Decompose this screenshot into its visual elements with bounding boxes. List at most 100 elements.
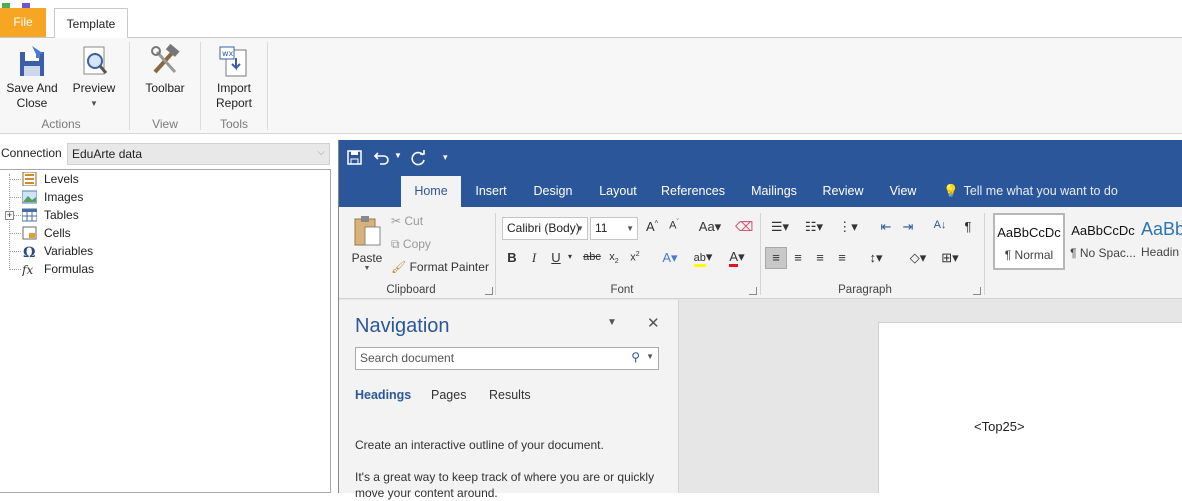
shrink-font-button[interactable]: Aˇ (665, 219, 683, 232)
tell-me-box[interactable]: 💡 Tell me what you want to do (943, 176, 1123, 207)
lightbulb-icon: 💡 (943, 184, 959, 198)
text-effects-button[interactable]: A▾ (657, 250, 683, 266)
connection-value: EduArte data (72, 147, 143, 161)
word-tab-references[interactable]: References (661, 176, 725, 207)
group-label-actions: Actions (41, 117, 81, 131)
tree-item-label: Variables (44, 244, 94, 258)
tell-me-text: Tell me what you want to do (963, 184, 1118, 198)
style-no-spacing[interactable]: AaBbCcDc ¶ No Spac... (1067, 213, 1139, 270)
tree-dot (9, 269, 21, 270)
clear-formatting-icon[interactable]: ⌫ (735, 219, 753, 235)
tab-file[interactable]: File (0, 8, 46, 37)
group-label-font: Font (610, 284, 634, 296)
numbering-button[interactable]: ☷▾ (801, 219, 827, 235)
connection-select[interactable]: EduArte data ⌵ (67, 143, 330, 165)
preview-dropdown-icon[interactable]: ▼ (68, 96, 120, 111)
style-name: Headin (1141, 245, 1180, 259)
paste-dropdown-icon[interactable]: ▼ (349, 265, 385, 272)
grow-font-button[interactable]: A^ (643, 219, 661, 234)
format-painter-button[interactable]: 🖌 Format Painter (391, 260, 489, 274)
group-separator (495, 213, 496, 295)
bullets-button[interactable]: ☰▾ (767, 219, 793, 235)
word-tab-layout[interactable]: Layout (595, 176, 641, 207)
tree-connector-line (9, 174, 10, 270)
shading-button[interactable]: ◇▾ (905, 250, 931, 266)
line-spacing-button[interactable]: ↕▾ (863, 250, 889, 266)
preview-icon (83, 46, 108, 75)
save-close-label-2: Close (16, 96, 48, 110)
app-tab-bar (0, 8, 1182, 38)
style-normal[interactable]: AaBbCcDc ¶ Normal (993, 213, 1065, 270)
save-icon[interactable] (347, 150, 363, 166)
copy-icon: ⧉ (391, 237, 403, 251)
dialog-launcher-icon[interactable] (749, 287, 757, 295)
bold-button[interactable]: B (503, 250, 521, 265)
toolbar-button[interactable]: Toolbar (140, 44, 190, 96)
strikethrough-button[interactable]: abc (581, 251, 603, 263)
search-document-input[interactable]: Search document ⚲ ▼ (355, 347, 659, 370)
font-name-select[interactable]: Calibri (Body) ▼ (502, 217, 588, 240)
subscript-button[interactable]: x2 (605, 251, 623, 265)
sort-icon[interactable]: A↓ (931, 219, 949, 231)
superscript-button[interactable]: x2 (626, 251, 644, 264)
change-case-button[interactable]: Aa▾ (695, 219, 725, 235)
customize-qat-icon[interactable]: ▾ (443, 152, 448, 163)
tools-icon (151, 44, 180, 74)
word-tab-view[interactable]: View (887, 176, 919, 207)
tree-dot (9, 251, 21, 252)
nav-tab-pages[interactable]: Pages (431, 388, 466, 402)
dialog-launcher-icon[interactable] (973, 287, 981, 295)
nav-help-text: Create an interactive outline of your do… (355, 438, 604, 452)
word-tab-design[interactable]: Design (529, 176, 577, 207)
clipboard-icon (354, 216, 381, 246)
save-and-close-button[interactable]: Save And Close (4, 44, 60, 111)
copy-button[interactable]: ⧉ Copy (391, 237, 431, 252)
tree-item-label: Formulas (44, 262, 95, 276)
search-placeholder: Search document (360, 351, 455, 365)
word-tab-insert[interactable]: Insert (469, 176, 513, 207)
increase-indent-icon[interactable]: ⇥ (899, 219, 917, 235)
redo-icon[interactable] (410, 150, 426, 166)
font-size-select[interactable]: 11 ▼ (590, 217, 638, 240)
import-report-button[interactable]: wx Import Report (208, 44, 260, 111)
merge-field[interactable]: <Top25> (974, 419, 1025, 434)
undo-icon[interactable] (374, 150, 390, 166)
italic-button[interactable]: I (525, 250, 543, 266)
font-color-button[interactable]: A▾ (723, 249, 751, 267)
document-page[interactable]: <Top25> (878, 322, 1182, 493)
preview-button[interactable]: Preview ▼ (68, 44, 120, 111)
chevron-down-icon[interactable]: ▼ (646, 352, 654, 361)
word-tab-mailings[interactable]: Mailings (747, 176, 801, 207)
tables-icon (22, 208, 37, 222)
paste-button[interactable]: Paste ▼ (349, 215, 385, 272)
pane-options-icon[interactable]: ▼ (607, 317, 617, 328)
show-marks-icon[interactable]: ¶ (959, 219, 977, 234)
highlight-color-button[interactable]: ab▾ (689, 249, 717, 267)
highlighter-icon: ab (693, 252, 706, 267)
underline-dropdown-icon[interactable]: ▾ (561, 252, 579, 261)
justify-icon[interactable]: ≡ (833, 250, 851, 265)
scissors-icon: ✂ (391, 214, 405, 228)
undo-dropdown-icon[interactable]: ▼ (394, 151, 402, 160)
align-right-icon[interactable]: ≡ (811, 250, 829, 265)
app-ribbon: Save And Close Preview ▼ Actions Toolbar… (0, 38, 1182, 134)
cells-icon (22, 226, 37, 240)
center-icon[interactable]: ≡ (789, 250, 807, 265)
group-separator (760, 213, 761, 295)
expand-toggle-icon[interactable]: + (5, 211, 14, 220)
close-icon[interactable]: ✕ (647, 314, 660, 332)
dialog-launcher-icon[interactable] (485, 287, 493, 295)
nav-tab-headings[interactable]: Headings (355, 388, 411, 402)
borders-button[interactable]: ⊞▾ (937, 250, 963, 266)
tab-template[interactable]: Template (54, 8, 128, 39)
style-heading[interactable]: AaBb Headin (1141, 213, 1182, 270)
svg-text:Ω: Ω (23, 245, 35, 258)
word-tab-home[interactable]: Home (401, 176, 461, 207)
document-canvas: <Top25> (682, 303, 1182, 493)
decrease-indent-icon[interactable]: ⇤ (877, 219, 895, 235)
multilevel-list-button[interactable]: ⋮▾ (835, 219, 861, 235)
word-tab-review[interactable]: Review (821, 176, 865, 207)
search-icon[interactable]: ⚲ (631, 350, 640, 364)
nav-tab-results[interactable]: Results (489, 388, 531, 402)
cut-button[interactable]: ✂ Cut (391, 214, 423, 228)
